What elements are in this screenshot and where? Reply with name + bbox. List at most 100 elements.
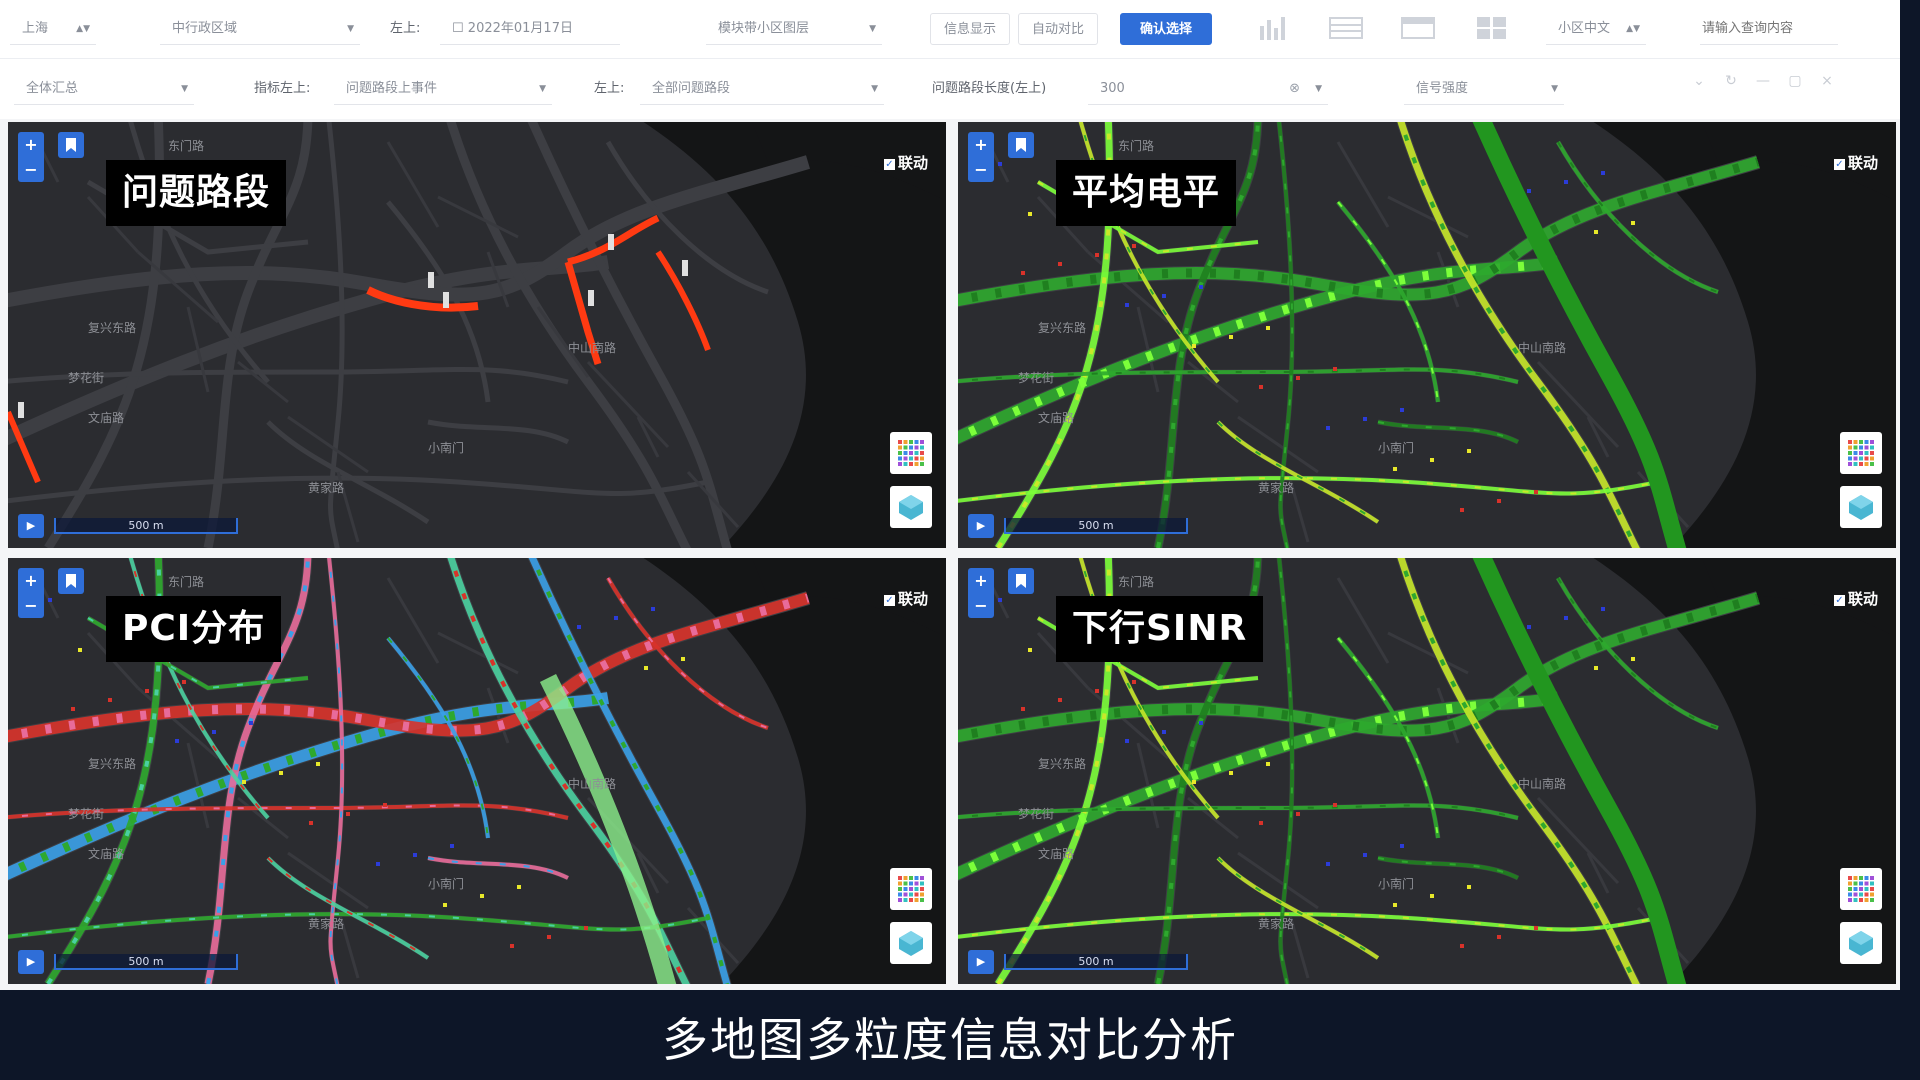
district-select[interactable]: 中行政区域 ▼ — [160, 13, 360, 45]
city-select[interactable]: 上海 ▲▼ — [10, 13, 96, 45]
map-panel-pci[interactable]: 东门路 复兴东路 中山南路 小南门 黄家路 文庙路 梦花街 + − PCI分布 ✓ 联动 ▶ … — [8, 558, 946, 984]
chevron-down-icon: ▼ — [1315, 84, 1322, 94]
window-grid-icon[interactable] — [1474, 14, 1510, 42]
zoom-out-button[interactable]: − — [968, 593, 994, 618]
calendar-icon: ☐ — [452, 21, 468, 36]
chevron-down-icon: ▼ — [347, 24, 354, 34]
zoom-control: + − — [18, 568, 44, 618]
district-value: 中行政区域 — [172, 21, 238, 36]
bookmark-icon — [1016, 574, 1026, 588]
scope-select[interactable]: 全体汇总 ▼ — [14, 73, 194, 105]
app-page: 上海 ▲▼ 中行政区域 ▼ 左上: ☐ 2022年01月17日 模块带小区图层 ▼ 信… — [0, 0, 1900, 1080]
zoom-out-button[interactable]: − — [18, 593, 44, 618]
street-label: 中山南路 — [568, 776, 616, 791]
play-icon: ▶ — [976, 955, 986, 968]
linkage-label: 联动 — [1847, 590, 1878, 608]
zoom-out-button[interactable]: − — [968, 157, 994, 182]
play-button[interactable]: ▶ — [18, 950, 44, 974]
layers-button[interactable] — [1840, 486, 1882, 528]
layer-select[interactable]: 模块带小区图层 ▼ — [706, 13, 882, 45]
minus-icon: − — [24, 596, 38, 615]
scale-bar: 500 m — [1004, 518, 1188, 534]
layers-button[interactable] — [890, 922, 932, 964]
play-button[interactable]: ▶ — [18, 514, 44, 538]
table-icon[interactable] — [1328, 14, 1364, 42]
linkage-label: 联动 — [897, 154, 928, 172]
date-picker[interactable]: ☐ 2022年01月17日 — [440, 13, 620, 45]
chevron-down-icon: ▼ — [181, 84, 188, 94]
street-label: 东门路 — [1118, 138, 1154, 153]
map-panel-problem-roads[interactable]: 东门路 复兴东路 中山南路 小南门 黄家路 文庙路 梦花街 + − 问题路段 ✓ 联动 ▶ 5… — [8, 122, 946, 548]
grid-icon — [898, 876, 924, 902]
chevron-down-icon: ▼ — [869, 24, 876, 34]
grid-icon — [1848, 440, 1874, 466]
refresh-icon[interactable]: ↻ — [1722, 72, 1740, 90]
street-label: 复兴东路 — [1038, 756, 1086, 771]
street-label: 东门路 — [168, 138, 204, 153]
layers-button[interactable] — [1840, 922, 1882, 964]
minimize-icon[interactable]: — — [1754, 72, 1772, 90]
search-input[interactable] — [1700, 13, 1838, 45]
zoom-in-button[interactable]: + — [968, 132, 994, 157]
street-label: 黄家路 — [308, 916, 344, 931]
cell-name-select[interactable]: 小区中文 ▲▼ — [1546, 13, 1646, 45]
layers-button[interactable] — [890, 486, 932, 528]
bar-chart-icon[interactable] — [1256, 14, 1292, 42]
layer-value: 模块带小区图层 — [718, 21, 810, 36]
map-panel-avg-level[interactable]: 东门路 复兴东路 中山南路 小南门 黄家路 文庙路 梦花街 + − 平均电平 ✓ 联动 ▶ 5… — [958, 122, 1896, 548]
collapse-icon[interactable]: ⌄ — [1690, 72, 1708, 90]
layers-icon — [899, 931, 923, 956]
toolbar-row-2: 全体汇总 ▼ 指标左上: 问题路段上事件 ▼ 左上: 全部问题路段 ▼ 问题路段长度(… — [0, 59, 1900, 119]
grid-button[interactable] — [890, 432, 932, 474]
linkage-toggle[interactable]: ✓ 联动 — [1833, 588, 1878, 609]
bookmark-button[interactable] — [1008, 132, 1034, 158]
chevron-down-icon: ▼ — [1551, 84, 1558, 94]
close-icon[interactable]: × — [1818, 72, 1836, 90]
metric-select[interactable]: 问题路段上事件 ▼ — [334, 73, 552, 105]
bookmark-button[interactable] — [58, 132, 84, 158]
bookmark-button[interactable] — [1008, 568, 1034, 594]
clear-icon[interactable]: ⊗ — [1289, 73, 1300, 105]
metric-label: 指标左上: — [254, 81, 311, 96]
threshold-input[interactable]: 300 ⊗ ▼ — [1088, 73, 1328, 105]
zoom-in-button[interactable]: + — [18, 132, 44, 157]
street-label: 小南门 — [428, 440, 464, 455]
scale-bar: 500 m — [54, 954, 238, 970]
zoom-in-button[interactable]: + — [968, 568, 994, 593]
play-button[interactable]: ▶ — [968, 950, 994, 974]
zoom-in-button[interactable]: + — [18, 568, 44, 593]
panel-icon[interactable] — [1400, 14, 1436, 42]
left-select[interactable]: 全部问题路段 ▼ — [640, 73, 884, 105]
linkage-toggle[interactable]: ✓ 联动 — [883, 152, 928, 173]
street-label: 文庙路 — [1038, 410, 1074, 425]
grid-button[interactable] — [1840, 868, 1882, 910]
confirm-button[interactable]: 确认选择 — [1120, 13, 1212, 45]
maximize-icon[interactable]: ▢ — [1786, 72, 1804, 90]
grid-button[interactable] — [1840, 432, 1882, 474]
bookmark-button[interactable] — [58, 568, 84, 594]
map-panel-sinr[interactable]: 东门路 复兴东路 中山南路 小南门 黄家路 文庙路 梦花街 + − 下行SINR ✓ 联动 ▶… — [958, 558, 1896, 984]
info-button[interactable]: 信息显示 — [930, 13, 1010, 45]
minus-icon: − — [974, 160, 988, 179]
checkbox-icon: ✓ — [1833, 159, 1845, 170]
linkage-toggle[interactable]: ✓ 联动 — [1833, 152, 1878, 173]
street-label: 文庙路 — [88, 846, 124, 861]
bookmark-icon — [1016, 138, 1026, 152]
date-value: 2022年01月17日 — [467, 21, 573, 36]
linkage-toggle[interactable]: ✓ 联动 — [883, 588, 928, 609]
map-title: PCI分布 — [106, 596, 282, 662]
chevron-down-icon: ▲▼ — [76, 24, 90, 34]
grid-button[interactable] — [890, 868, 932, 910]
checkbox-icon: ✓ — [883, 595, 895, 606]
street-label: 小南门 — [1378, 440, 1414, 455]
checkbox-icon: ✓ — [1833, 595, 1845, 606]
zoom-out-button[interactable]: − — [18, 157, 44, 182]
bookmark-icon — [66, 138, 76, 152]
play-button[interactable]: ▶ — [968, 514, 994, 538]
chevron-down-icon: ▼ — [539, 84, 546, 94]
mode-value: 信号强度 — [1416, 81, 1469, 96]
left-label: 左上: — [594, 81, 625, 96]
street-label: 梦花街 — [68, 370, 104, 385]
compare-button[interactable]: 自动对比 — [1018, 13, 1098, 45]
mode-select[interactable]: 信号强度 ▼ — [1404, 73, 1564, 105]
